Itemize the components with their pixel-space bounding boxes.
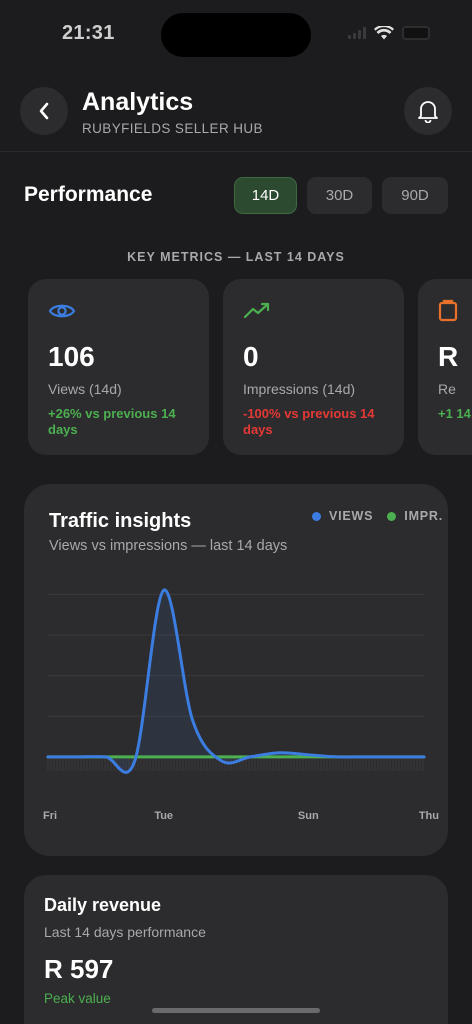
metric-card-impressions[interactable]: 0 Impressions (14d) -100% vs previous 14… [223, 279, 404, 455]
battery-icon [402, 26, 430, 40]
metric-change: +26% vs previous 14 days [48, 406, 176, 437]
metric-card-revenue[interactable]: R Re +1 14 [418, 279, 472, 455]
revenue-value: R 597 [44, 954, 114, 984]
chart-legend: VIEWS IMPR. [312, 509, 443, 523]
legend-dot [387, 511, 397, 521]
revenue-subtitle: Last 14 days performance [44, 924, 206, 940]
home-indicator [152, 1008, 320, 1013]
series-line-views [46, 588, 426, 774]
metric-label: Impressions (14d) [243, 381, 356, 397]
traffic-title: Traffic insights [49, 510, 192, 532]
revenue-value-label: Peak value [44, 991, 111, 1006]
range-tab-30d[interactable]: 30D [307, 177, 372, 214]
metric-value: R [438, 341, 459, 372]
performance-title: Performance [24, 183, 153, 206]
back-button[interactable] [20, 87, 68, 135]
chevron-left-icon [39, 102, 49, 120]
bag-icon [438, 299, 472, 323]
header: Analytics RUBYFIELDS SELLER HUB [0, 82, 472, 152]
notifications-button[interactable] [404, 87, 452, 135]
traffic-insights-card: Fri Tue Sun Thu Traffic insights Views vs i… [24, 484, 448, 856]
revenue-title: Daily revenue [44, 895, 162, 915]
trending-up-icon [243, 299, 384, 323]
metrics-section-label: KEY METRICS — LAST 14 DAYS [127, 250, 345, 264]
x-tick-label: Sun [298, 810, 319, 822]
traffic-subtitle: Views vs impressions — last 14 days [49, 538, 288, 554]
metric-label: Views (14d) [48, 381, 122, 397]
metric-value: 0 [243, 341, 259, 372]
x-tick-label: Thu [419, 810, 439, 822]
views-area [48, 589, 424, 773]
wifi-icon [374, 26, 394, 40]
metric-change: -100% vs previous 14 days [243, 406, 375, 437]
status-icons [348, 26, 430, 40]
metric-value: 106 [48, 341, 95, 372]
legend-item-impressions: IMPR. [387, 509, 443, 523]
legend-item-views: VIEWS [312, 509, 373, 523]
status-bar: 21:31 [0, 0, 472, 70]
daily-revenue-card: Daily revenue Last 14 days performance R… [24, 875, 448, 1024]
legend-label: IMPR. [404, 509, 444, 523]
x-tick-label: Fri [43, 810, 57, 822]
eye-icon [48, 299, 189, 323]
metric-change: +1 14 [438, 406, 471, 421]
legend-label: VIEWS [329, 509, 374, 523]
legend-dot [312, 511, 321, 521]
bell-icon [418, 101, 438, 123]
signal-icon [348, 27, 366, 39]
range-tab-90d[interactable]: 90D [382, 177, 448, 214]
x-tick-label: Tue [154, 810, 173, 822]
page-title: Analytics [82, 88, 194, 116]
range-tab-14d[interactable]: 14D [234, 177, 297, 214]
metric-card-views[interactable]: 106 Views (14d) +26% vs previous 14 days [28, 279, 209, 455]
status-time: 21:31 [62, 22, 115, 44]
range-tabs: 14D 30D 90D [234, 177, 448, 214]
dynamic-island [161, 13, 311, 57]
metrics-carousel[interactable]: 106 Views (14d) +26% vs previous 14 days… [28, 279, 472, 455]
page-subtitle: RUBYFIELDS SELLER HUB [82, 121, 263, 136]
metric-label: Re [438, 381, 456, 397]
